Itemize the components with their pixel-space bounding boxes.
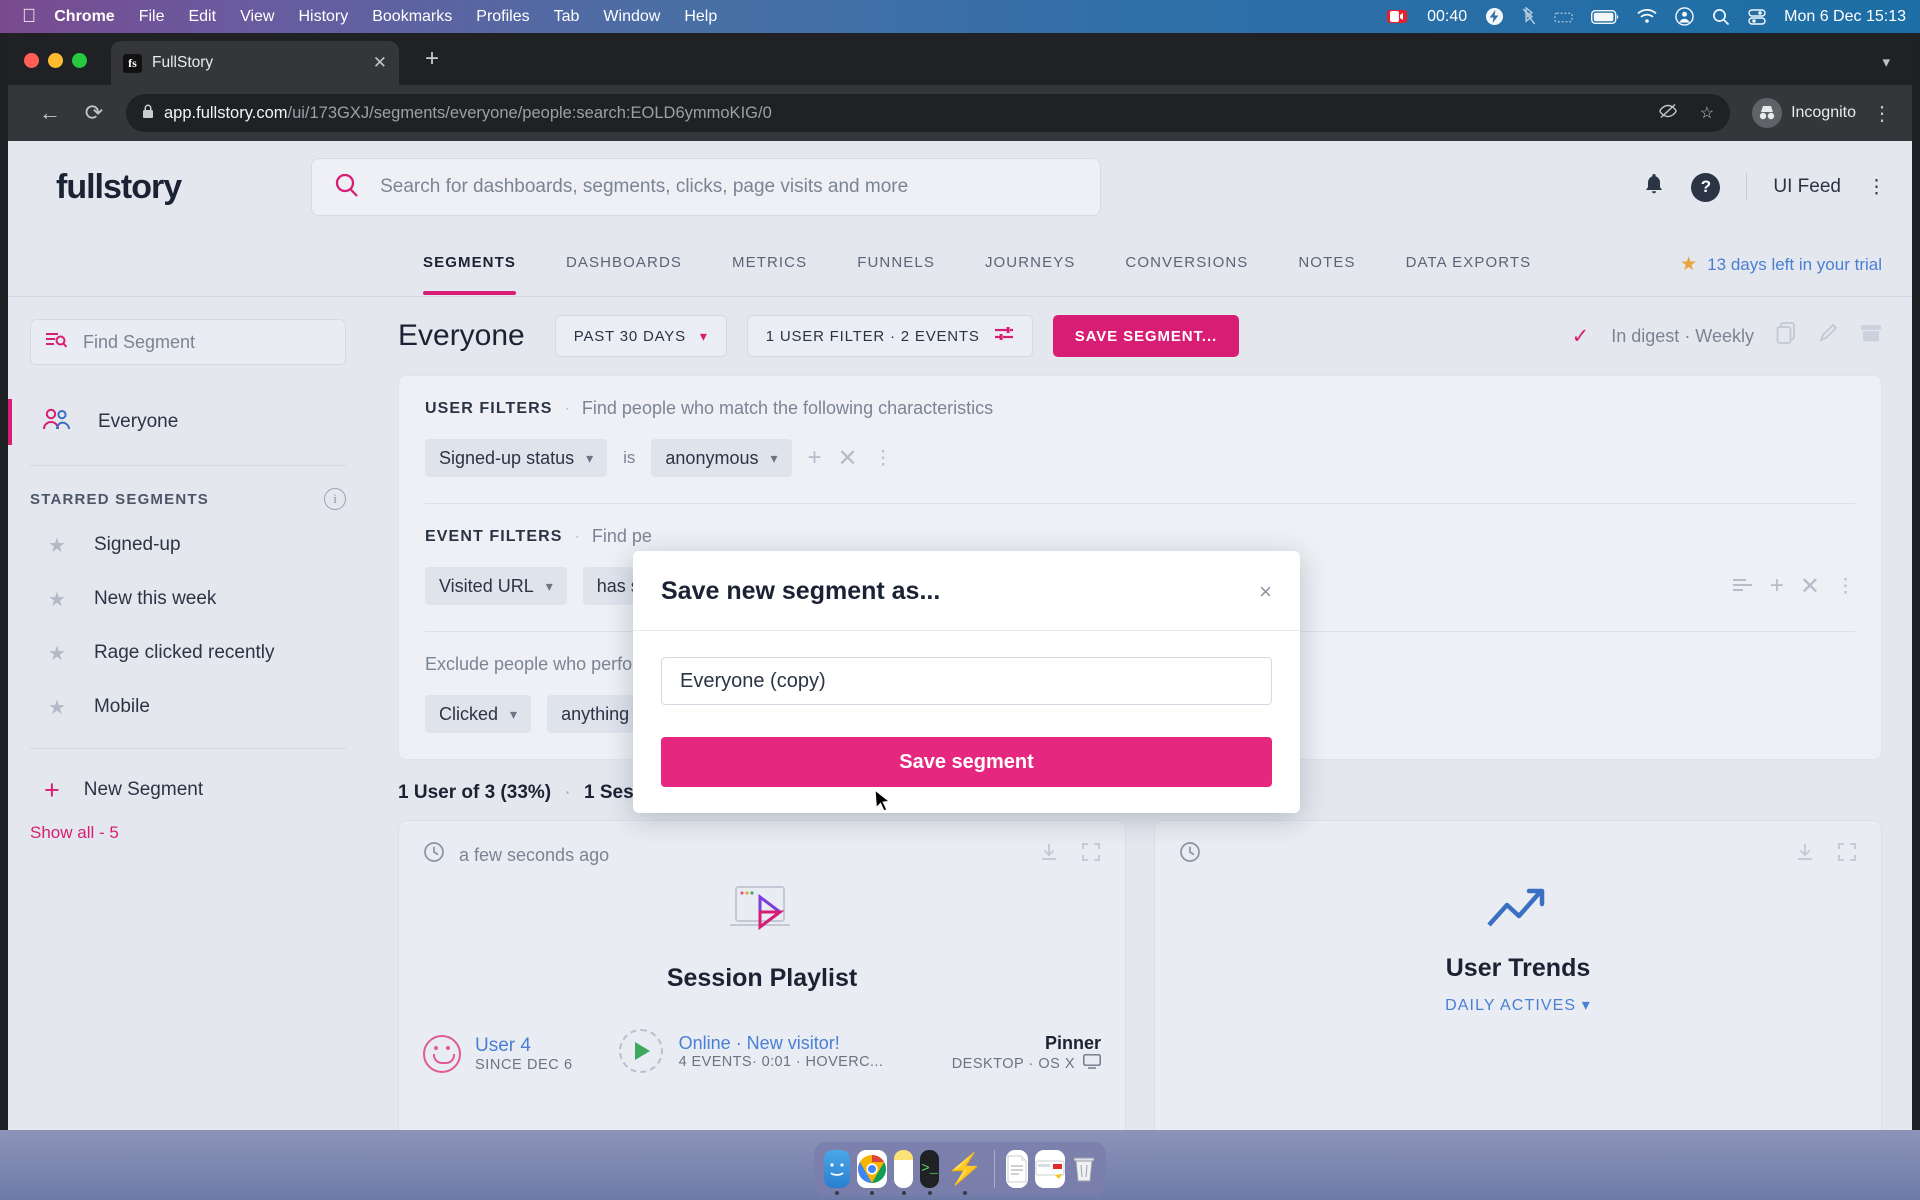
apple-icon[interactable]:  <box>22 7 36 26</box>
maximize-window-button[interactable] <box>72 53 87 68</box>
chevron-down-icon[interactable]: ▾ <box>1882 53 1890 71</box>
bolt-app-icon[interactable]: ⚡ <box>946 1150 983 1195</box>
url-path: /ui/173GXJ/segments/everyone/people:sear… <box>287 103 772 122</box>
bookmark-star-icon[interactable]: ☆ <box>1700 103 1714 123</box>
control-center-icon[interactable] <box>1748 8 1766 26</box>
dock-divider <box>994 1150 995 1188</box>
app-running-dot <box>870 1191 874 1195</box>
recording-timer: 00:40 <box>1427 7 1468 25</box>
terminal-icon[interactable]: >_ <box>920 1150 940 1195</box>
omnibar-actions: ☆ <box>1658 103 1714 124</box>
keyboard-brightness-icon[interactable] <box>1554 10 1573 24</box>
user-account-icon[interactable] <box>1675 7 1694 26</box>
browser-tab-fullstory[interactable]: fs FullStory ✕ <box>111 41 399 85</box>
close-icon[interactable]: × <box>1259 579 1272 605</box>
fullstory-page: fullstory Search for dashboards, segment… <box>8 141 1912 1163</box>
fullstory-favicon: fs <box>123 53 142 73</box>
new-tab-icon[interactable]: + <box>425 45 439 85</box>
chrome-menu-icon[interactable]: ⋮ <box>1872 101 1892 126</box>
window-controls[interactable] <box>8 53 87 85</box>
close-window-button[interactable] <box>24 53 39 68</box>
menubar-item-edit[interactable]: Edit <box>188 8 216 26</box>
macos-menubar:  Chrome File Edit View History Bookmark… <box>0 0 1920 33</box>
menubar-item-tab[interactable]: Tab <box>554 8 580 26</box>
spotlight-search-icon[interactable] <box>1712 8 1730 26</box>
modal-body: Everyone (copy) Save segment <box>633 631 1300 813</box>
app-running-dot <box>927 1191 932 1195</box>
app-running-dot <box>835 1191 839 1195</box>
bluetooth-off-icon[interactable] <box>1522 7 1536 26</box>
modal-header: Save new segment as... × <box>633 551 1300 631</box>
menubar-item-chrome[interactable]: Chrome <box>54 8 114 26</box>
finder-icon[interactable] <box>824 1150 850 1195</box>
chrome-window: fs FullStory ✕ + ▾ ← ⟳ app.fullstory.com… <box>8 33 1912 1163</box>
segment-name-input[interactable]: Everyone (copy) <box>661 657 1272 705</box>
url-text: app.fullstory.com/ui/173GXJ/segments/eve… <box>164 104 772 123</box>
bolt-icon[interactable] <box>1485 7 1504 26</box>
incognito-profile-button[interactable]: Incognito <box>1752 98 1856 128</box>
app-running-dot <box>962 1191 967 1195</box>
incognito-avatar-icon <box>1752 98 1783 128</box>
chrome-icon[interactable] <box>857 1150 887 1195</box>
image-icon[interactable] <box>1034 1150 1065 1188</box>
notes-icon[interactable] <box>894 1150 914 1195</box>
menubar-status-area: 00:40 Mon 6 Dec 15:13 <box>1387 7 1906 26</box>
menubar-item-profiles[interactable]: Profiles <box>476 8 529 26</box>
menubar-item-file[interactable]: File <box>139 8 165 26</box>
address-bar[interactable]: app.fullstory.com/ui/173GXJ/segments/eve… <box>126 94 1731 132</box>
document-icon[interactable] <box>1005 1150 1028 1188</box>
menubar-item-window[interactable]: Window <box>603 8 660 26</box>
chrome-omnibar: ← ⟳ app.fullstory.com/ui/173GXJ/segments… <box>8 85 1912 141</box>
trash-icon[interactable] <box>1072 1150 1096 1188</box>
app-running-dot <box>901 1191 906 1195</box>
incognito-label: Incognito <box>1791 104 1856 121</box>
back-icon[interactable]: ← <box>28 100 72 126</box>
menubar-item-view[interactable]: View <box>240 8 274 26</box>
url-host: app.fullstory.com <box>164 103 288 122</box>
menubar-item-bookmarks[interactable]: Bookmarks <box>372 8 452 26</box>
close-tab-icon[interactable]: ✕ <box>373 53 387 73</box>
chrome-tabstrip: fs FullStory ✕ + ▾ <box>8 33 1912 85</box>
tab-title: FullStory <box>152 54 214 71</box>
macos-dock: >_ ⚡ <box>0 1130 1920 1200</box>
modal-overlay: Save new segment as... × Everyone (copy)… <box>8 141 1912 1163</box>
minimize-window-button[interactable] <box>48 53 63 68</box>
tracking-protection-icon[interactable] <box>1658 103 1678 124</box>
battery-icon[interactable] <box>1591 9 1619 24</box>
dock-bar: >_ ⚡ <box>814 1142 1106 1196</box>
menubar-item-help[interactable]: Help <box>684 8 717 26</box>
lock-icon <box>142 104 154 122</box>
save-segment-modal: Save new segment as... × Everyone (copy)… <box>633 551 1300 813</box>
reload-icon[interactable]: ⟳ <box>72 100 116 126</box>
save-segment-submit-button[interactable]: Save segment <box>661 737 1272 787</box>
menubar-clock[interactable]: Mon 6 Dec 15:13 <box>1784 8 1906 26</box>
modal-title: Save new segment as... <box>661 577 941 605</box>
wifi-icon[interactable] <box>1637 9 1657 24</box>
menubar-item-history[interactable]: History <box>298 8 348 26</box>
screen-recording-icon[interactable] <box>1387 10 1408 23</box>
